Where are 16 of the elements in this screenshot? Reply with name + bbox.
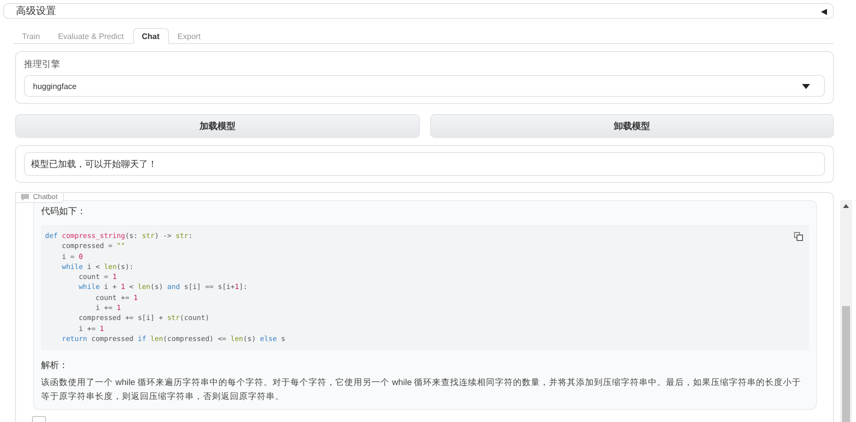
- scrollbar[interactable]: [840, 200, 852, 422]
- collapse-toggle[interactable]: ◀: [820, 6, 827, 16]
- accordion-title: 高级设置: [16, 4, 56, 18]
- action-button[interactable]: 加载模型: [15, 114, 420, 138]
- tab[interactable]: Chat: [132, 28, 169, 44]
- chat-icon: [21, 194, 29, 201]
- field-label: 推理引擎: [24, 58, 61, 71]
- status-textbox[interactable]: 模型已加载，可以开始聊天了！: [24, 152, 825, 176]
- dropdown-caret-icon: [802, 84, 810, 88]
- engine-dropdown[interactable]: huggingface: [24, 75, 825, 97]
- message-text: 该函数使用了一个 while 循环来遍历字符串中的每个字符。对于每个字符，它使用另一个 while 循环来查找连续相同字符的数量，并将其添加到压缩字符串中。最后，如果压缩字符串的长度小于等于原字符串长度，则返回压缩字符串，否则返回原字符串。: [41, 376, 802, 404]
- scroll-up-arrow-icon[interactable]: [843, 204, 849, 208]
- message-text: 解析：: [41, 359, 69, 372]
- message-text: 代码如下：: [41, 205, 87, 218]
- accordion-header[interactable]: 高级设置 ◀: [3, 3, 834, 19]
- action-button[interactable]: 卸载模型: [430, 114, 834, 138]
